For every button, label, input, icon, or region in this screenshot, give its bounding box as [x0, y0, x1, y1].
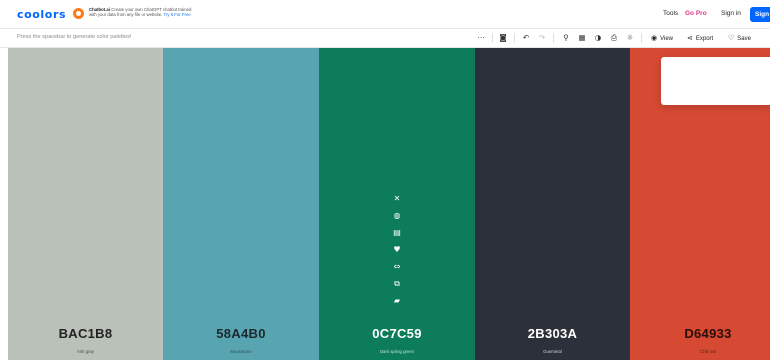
contrast-icon[interactable]: ◍ [390, 210, 404, 222]
heart-icon: ♡ [728, 34, 735, 42]
swatch-hex[interactable]: BAC1B8 [8, 326, 163, 341]
sign-up-button[interactable]: Sign up [750, 7, 770, 22]
close-icon[interactable]: ✕ [390, 193, 404, 205]
export-button[interactable]: ⋖ Export [687, 32, 713, 44]
coolors-logo[interactable]: coolors [17, 8, 66, 21]
swatch-color-name: Dark spring green [379, 349, 415, 354]
ad-line-2: with your data from any file or website. [89, 12, 163, 18]
shades-icon[interactable]: ▤ [390, 227, 404, 239]
grid-icon[interactable]: ▦ [576, 32, 588, 44]
ad-line-1: Create your own ChatGPT chatbot trained [111, 7, 192, 12]
top-nav: coolors Chatbot.ai Create your own ChatG… [0, 0, 770, 29]
palette: BAC1B8 Ash gray 58A4B0 Moonstone ✕ ◍ ▤ ♥… [8, 48, 770, 360]
swatch-color-name: Gunmetal [543, 349, 562, 354]
swatch-hex[interactable]: 2B303A [475, 326, 630, 341]
spacebar-hint: Press the spacebar to generate color pal… [17, 34, 132, 40]
toolbar-divider [492, 33, 493, 43]
color-swatch-4[interactable]: 2B303A Gunmetal [475, 48, 630, 360]
chatbot-logo-icon [73, 8, 84, 19]
color-swatch-1[interactable]: BAC1B8 Ash gray [8, 48, 163, 360]
heart-icon[interactable]: ♥ [390, 244, 404, 256]
toolbar: Press the spacebar to generate color pal… [0, 29, 770, 48]
ad-cta-link[interactable]: Try It For Free [163, 12, 190, 17]
contrast-icon[interactable]: ◑ [592, 32, 604, 44]
toolbar-divider [641, 33, 642, 43]
view-label: View [660, 36, 674, 42]
lock-icon[interactable]: ▰ [390, 295, 404, 307]
ad-brand: Chatbot.ai [89, 7, 111, 12]
swatch-hex[interactable]: 58A4B0 [163, 326, 319, 341]
tools-link[interactable]: Tools [663, 10, 678, 17]
save-button[interactable]: ♡ Save [728, 32, 751, 44]
share-icon: ⋖ [687, 34, 693, 42]
undo-icon[interactable]: ↶ [520, 32, 532, 44]
sign-in-link[interactable]: Sign in [721, 10, 741, 17]
drag-icon[interactable]: ⇔ [390, 261, 404, 273]
popup-panel[interactable] [661, 57, 770, 105]
color-swatch-2[interactable]: 58A4B0 Moonstone [163, 48, 319, 360]
go-pro-link[interactable]: Go Pro [685, 10, 707, 17]
swatch-color-name: Ash gray [77, 349, 94, 354]
toolbar-divider [553, 33, 554, 43]
copy-icon[interactable]: ⧉ [390, 278, 404, 290]
sun-icon[interactable]: ☼ [624, 32, 636, 44]
redo-icon[interactable]: ↷ [536, 32, 548, 44]
ad-text: Chatbot.ai Create your own ChatGPT chatb… [89, 7, 239, 18]
color-swatch-3[interactable]: ✕ ◍ ▤ ♥ ⇔ ⧉ ▰ 0C7C59 Dark spring green [319, 48, 475, 360]
swatch-color-name: Chili red [700, 349, 716, 354]
camera-icon[interactable]: ◙ [497, 32, 509, 44]
swatch-hex[interactable]: 0C7C59 [319, 326, 475, 341]
view-button[interactable]: ◉ View [651, 32, 673, 44]
eye-icon: ◉ [651, 34, 658, 42]
export-label: Export [695, 36, 714, 42]
print-icon[interactable]: ⎙ [608, 32, 620, 44]
adjust-icon[interactable]: ⚲ [560, 32, 572, 44]
save-label: Save [737, 36, 751, 42]
swatch-color-name: Moonstone [230, 349, 252, 354]
toolbar-divider [514, 33, 515, 43]
more-icon[interactable]: ⋯ [475, 32, 487, 44]
swatch-hex[interactable]: D64933 [630, 326, 770, 341]
